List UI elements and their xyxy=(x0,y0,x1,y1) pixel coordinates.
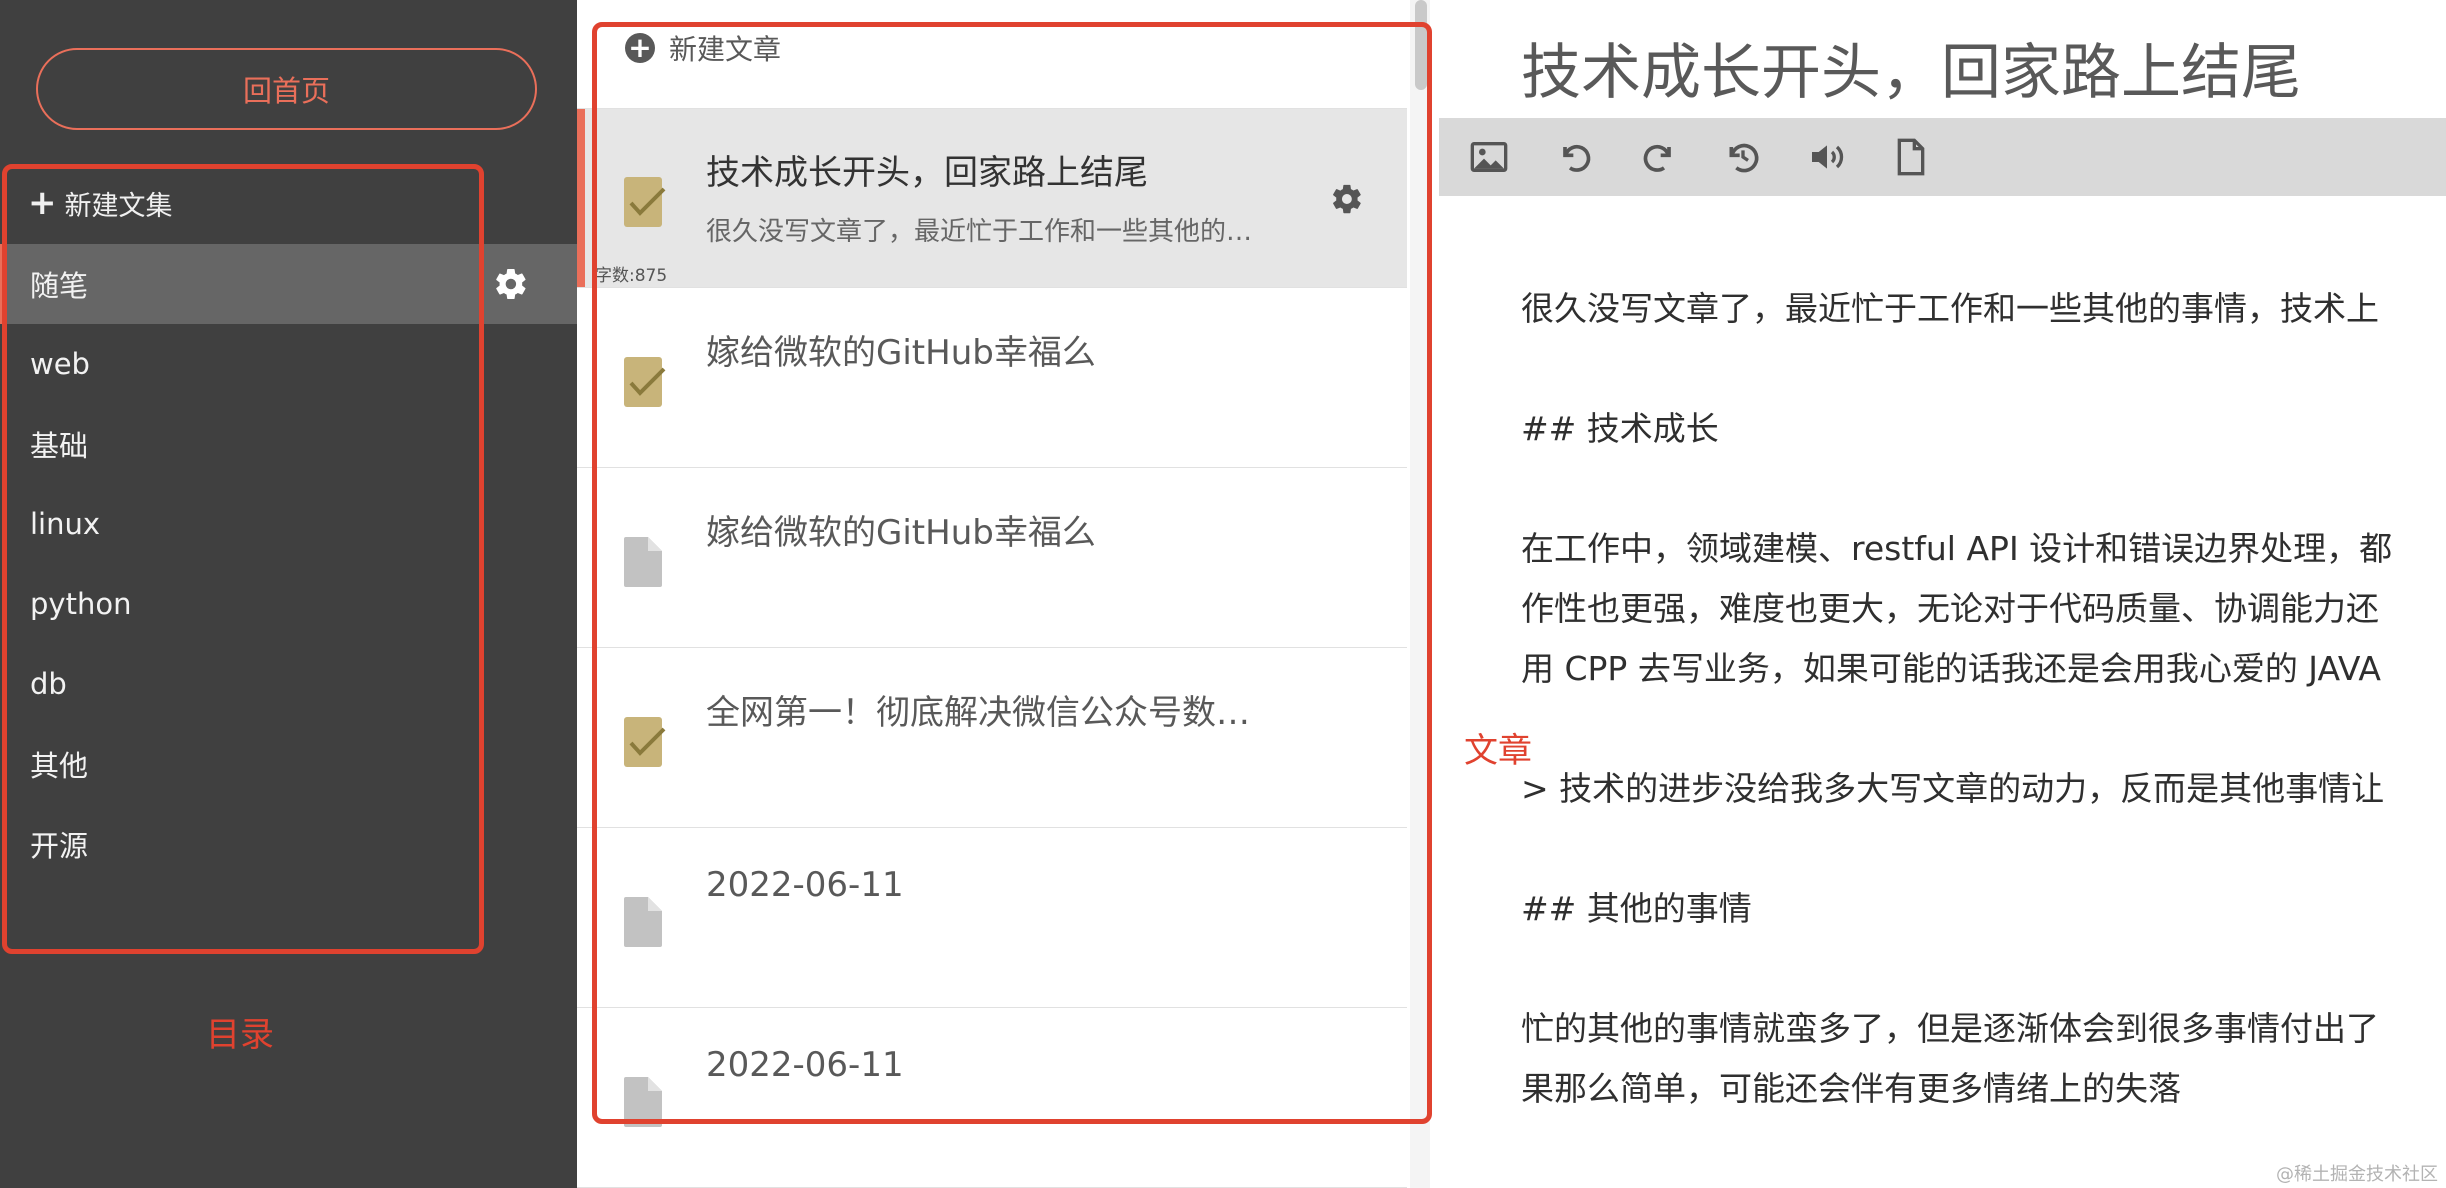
blockquote: > 技术的进步没给我多大写文章的动力，反而是其他事情让 xyxy=(1521,769,2385,808)
volume-icon[interactable] xyxy=(1807,137,1847,177)
notebook-label: python xyxy=(30,587,132,621)
notebook-label: db xyxy=(30,667,67,701)
notebook-sidebar: 回首页 + 新建文集 随笔 web 基础 linux python db 其他 xyxy=(0,0,577,1188)
notebook-item-db[interactable]: db xyxy=(0,644,577,724)
notebook-label: 基础 xyxy=(30,429,89,463)
document-icon[interactable] xyxy=(1891,137,1931,177)
word-count: 字数:875 xyxy=(595,266,668,286)
paragraph: 忙的其他的事情就蛮多了，但是逐渐体会到很多事情付出了 xyxy=(1521,1009,2379,1048)
new-note-label: 新建文章 xyxy=(669,33,782,66)
notebook-label: web xyxy=(30,347,90,381)
plus-icon: + xyxy=(28,183,57,223)
paragraph: 作性也更强，难度也更大，无论对于代码质量、协调能力还 xyxy=(1521,589,2379,628)
scrollbar-track[interactable] xyxy=(1410,0,1430,1188)
note-title: 嫁给微软的GitHub幸福么 xyxy=(706,513,1096,553)
watermark: @稀土掘金技术社区 xyxy=(2276,1164,2438,1185)
article-annotation-label: 文章 xyxy=(1464,731,1532,771)
heading: ## 其他的事情 xyxy=(1521,889,1752,928)
file-icon xyxy=(624,537,662,587)
note-list-panel: + 新建文章 技术成长开头，回家路上结尾 很久没写文章了，最近忙于工作和一些其他… xyxy=(577,0,1440,1188)
note-title: 2022-06-11 xyxy=(706,1045,904,1085)
plus-circle-icon: + xyxy=(625,33,655,63)
note-title: 嫁给微软的GitHub幸福么 xyxy=(706,333,1096,373)
note-item[interactable]: 嫁给微软的GitHub幸福么 xyxy=(577,289,1407,468)
notebook-label: 随笔 xyxy=(30,269,89,303)
notebook-label: 其他 xyxy=(30,749,89,783)
home-button[interactable]: 回首页 xyxy=(36,48,537,130)
note-item[interactable]: 技术成长开头，回家路上结尾 很久没写文章了，最近忙于工作和一些其他的… 字数:8… xyxy=(577,109,1407,288)
note-item[interactable]: 全网第一！彻底解决微信公众号数… xyxy=(577,649,1407,828)
file-icon xyxy=(624,897,662,947)
notebook-label: linux xyxy=(30,507,101,541)
article-title[interactable]: 技术成长开头，回家路上结尾 xyxy=(1521,24,2301,111)
redo-icon[interactable] xyxy=(1639,137,1679,177)
paragraph: 果那么简单，可能还会伴有更多情绪上的失落 xyxy=(1521,1069,2181,1108)
editor-panel: 技术成长开头，回家路上结尾 很久没写文章了，最近忙于工作和一些其他的事情，技术上… xyxy=(1439,0,2446,1188)
history-icon[interactable] xyxy=(1723,137,1763,177)
catalog-annotation-label: 目录 xyxy=(206,1015,274,1055)
notebook-item-suibi[interactable]: 随笔 xyxy=(0,244,577,324)
heading: ## 技术成长 xyxy=(1521,409,1719,448)
notebook-item-qita[interactable]: 其他 xyxy=(0,724,577,804)
notebook-item-python[interactable]: python xyxy=(0,564,577,644)
gear-icon[interactable] xyxy=(493,266,529,302)
paragraph: 在工作中，领域建模、restful API 设计和错误边界处理，都 xyxy=(1521,529,2393,568)
checked-note-icon xyxy=(624,177,666,227)
notebook-item-kaiyuan[interactable]: 开源 xyxy=(0,804,577,884)
notebook-list: 随笔 web 基础 linux python db 其他 开源 xyxy=(0,244,577,884)
note-title: 技术成长开头，回家路上结尾 xyxy=(706,153,1148,193)
note-abstract: 很久没写文章了，最近忙于工作和一些其他的… xyxy=(706,217,1253,247)
note-title: 全网第一！彻底解决微信公众号数… xyxy=(706,693,1250,733)
checked-note-icon xyxy=(624,357,666,407)
notebook-item-linux[interactable]: linux xyxy=(0,484,577,564)
editor-toolbar xyxy=(1439,118,2446,196)
note-item[interactable]: 嫁给微软的GitHub幸福么 xyxy=(577,469,1407,648)
scrollbar-thumb[interactable] xyxy=(1415,0,1427,90)
note-item[interactable]: 2022-06-11 xyxy=(577,829,1407,1008)
notebook-item-web[interactable]: web xyxy=(0,324,577,404)
paragraph: 用 CPP 去写业务，如果可能的话我还是会用我心爱的 JAVA xyxy=(1521,649,2381,688)
image-icon[interactable] xyxy=(1469,137,1509,177)
new-note-button[interactable]: + 新建文章 xyxy=(625,28,781,68)
gear-icon[interactable] xyxy=(1330,182,1364,216)
undo-icon[interactable] xyxy=(1555,137,1595,177)
new-notebook-button[interactable]: + 新建文集 xyxy=(28,178,173,228)
notebook-item-jichu[interactable]: 基础 xyxy=(0,404,577,484)
notebook-label: 开源 xyxy=(30,829,89,863)
note-item[interactable]: 2022-06-11 xyxy=(577,1009,1407,1188)
file-icon xyxy=(624,1077,662,1127)
paragraph: 很久没写文章了，最近忙于工作和一些其他的事情，技术上 xyxy=(1521,289,2379,328)
new-notebook-label: 新建文集 xyxy=(64,190,173,222)
note-title: 2022-06-11 xyxy=(706,865,904,905)
checked-note-icon xyxy=(624,717,666,767)
